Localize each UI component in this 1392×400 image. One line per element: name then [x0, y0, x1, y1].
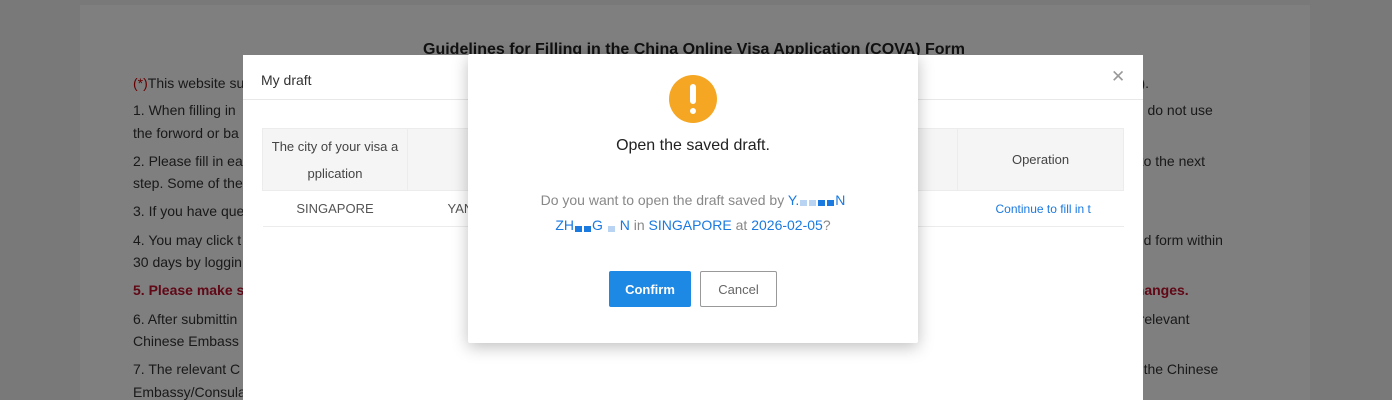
open-draft-dialog: Open the saved draft. Do you want to ope… [468, 54, 918, 343]
cell-city: SINGAPORE [262, 190, 408, 227]
dialog-message: Do you want to open the draft saved by Y… [523, 188, 863, 239]
warning-exclamation-icon [669, 75, 717, 123]
cancel-button[interactable]: Cancel [700, 271, 777, 307]
column-header-city: The city of your visa a pplication [262, 128, 408, 191]
draft-date: 2026-02-05 [751, 217, 823, 234]
redacted-mask [574, 215, 592, 239]
dialog-title: Open the saved draft. [616, 137, 770, 154]
redacted-mask [607, 215, 616, 239]
close-icon[interactable]: ✕ [1111, 68, 1127, 85]
column-header-operation: Operation [957, 128, 1124, 191]
draft-city: SINGAPORE [648, 217, 732, 234]
draft-panel-title: My draft [261, 72, 312, 88]
applicant-name: Y. N [788, 192, 846, 208]
continue-link[interactable]: Continue to fill in t [996, 202, 1091, 216]
redacted-mask [799, 189, 835, 213]
confirm-button[interactable]: Confirm [609, 271, 691, 307]
applicant-name-cont: ZH G N [555, 217, 629, 233]
